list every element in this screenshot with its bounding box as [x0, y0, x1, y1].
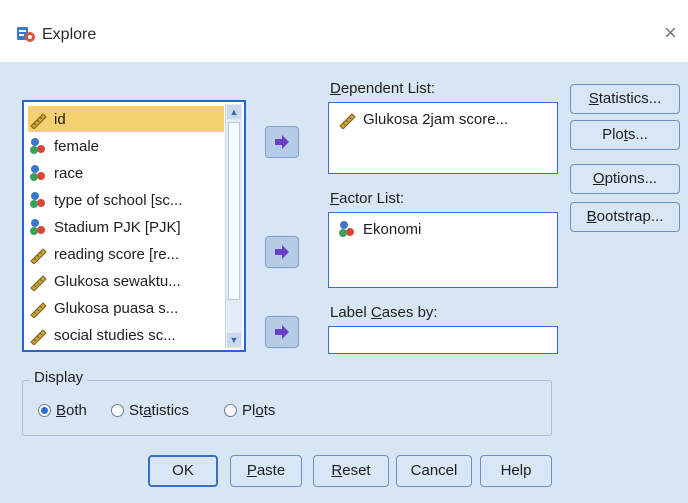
- explore-app-icon: [17, 27, 35, 42]
- variable-label: Glukosa puasa s...: [54, 299, 179, 317]
- scale-variable-icon: [30, 275, 47, 291]
- variable-label: type of school [sc...: [54, 191, 183, 209]
- radio-checked-icon: [38, 404, 51, 417]
- variable-label: female: [54, 137, 100, 155]
- variable-item-female[interactable]: female: [28, 133, 224, 159]
- variable-label: social studies sc...: [54, 326, 176, 344]
- move-to-factor-button[interactable]: [265, 236, 299, 268]
- paste-button[interactable]: Paste: [230, 455, 302, 487]
- dependent-list-box[interactable]: Glukosa 2jam score...: [328, 102, 558, 174]
- variable-item-glukosa-sewaktu[interactable]: Glukosa sewaktu...: [28, 268, 224, 294]
- scale-variable-icon: [30, 302, 47, 318]
- factor-list-box[interactable]: Ekonomi: [328, 212, 558, 288]
- scroll-up-icon[interactable]: ▲: [227, 105, 241, 119]
- arrow-right-icon: [275, 245, 289, 259]
- display-group: [22, 380, 552, 436]
- nominal-variable-icon: [30, 138, 45, 154]
- arrow-right-icon: [275, 135, 289, 149]
- close-icon[interactable]: ×: [664, 20, 677, 46]
- label-cases-label: Label Cases by:: [330, 304, 438, 321]
- nominal-variable-icon: [30, 165, 45, 181]
- variable-item-glukosa-puasa[interactable]: Glukosa puasa s...: [28, 295, 224, 321]
- ok-button[interactable]: OK: [148, 455, 218, 487]
- factor-list-label: Factor List:: [330, 190, 405, 207]
- dependent-list-label: Dependent List:: [330, 80, 436, 97]
- nominal-variable-icon: [30, 219, 45, 235]
- scale-variable-icon: [339, 113, 356, 129]
- variable-item-race[interactable]: race: [28, 160, 224, 186]
- scroll-thumb[interactable]: [228, 122, 240, 300]
- variable-item-type-of-school[interactable]: type of school [sc...: [28, 187, 224, 213]
- nominal-variable-icon: [30, 192, 45, 208]
- variable-label: Stadium PJK [PJK]: [54, 218, 181, 236]
- display-statistics-radio[interactable]: St a tistics: [111, 402, 189, 419]
- variable-label: id: [54, 110, 66, 128]
- radio-unchecked-icon: [111, 404, 124, 417]
- help-button[interactable]: Help: [480, 455, 552, 487]
- scroll-down-icon[interactable]: ▼: [227, 333, 241, 347]
- variable-item-stadium-pjk[interactable]: Stadium PJK [PJK]: [28, 214, 224, 240]
- variable-list[interactable]: id female race type of school [sc... Sta…: [22, 100, 246, 352]
- label-cases-field[interactable]: [328, 326, 558, 354]
- variable-list-scrollbar[interactable]: ▲ ▼: [225, 104, 242, 348]
- plots-button[interactable]: Plots...: [570, 120, 680, 150]
- bootstrap-button[interactable]: Bootstrap...: [570, 202, 680, 232]
- variable-label: race: [54, 164, 84, 182]
- scale-variable-icon: [30, 329, 47, 345]
- options-button[interactable]: Options...: [570, 164, 680, 194]
- display-both-radio[interactable]: Both: [38, 402, 87, 419]
- variable-item-social-studies[interactable]: social studies sc...: [28, 322, 224, 348]
- variable-item-reading-score[interactable]: reading score [re...: [28, 241, 224, 267]
- move-to-dependent-button[interactable]: [265, 126, 299, 158]
- reset-button[interactable]: Reset: [313, 455, 389, 487]
- explore-dialog: id female race type of school [sc... Sta…: [0, 62, 688, 503]
- arrow-right-icon: [275, 325, 289, 339]
- window-title: Explore: [42, 26, 97, 43]
- cancel-button[interactable]: Cancel: [396, 455, 472, 487]
- radio-unchecked-icon: [224, 404, 237, 417]
- variable-item-id[interactable]: id: [28, 106, 224, 132]
- move-to-label-cases-button[interactable]: [265, 316, 299, 348]
- nominal-variable-icon: [339, 221, 354, 237]
- variable-label: reading score [re...: [54, 245, 180, 263]
- display-legend: Display: [30, 369, 88, 386]
- scale-variable-icon: [30, 113, 47, 129]
- scale-variable-icon: [30, 248, 47, 264]
- factor-list-item[interactable]: Ekonomi: [337, 219, 421, 239]
- dependent-list-item[interactable]: Glukosa 2jam score...: [337, 109, 508, 129]
- variable-label: Glukosa sewaktu...: [54, 272, 181, 290]
- display-plots-radio[interactable]: Pl o ts: [224, 402, 275, 419]
- statistics-button[interactable]: Statistics...: [570, 84, 680, 114]
- title-bar: Explore ×: [0, 0, 688, 62]
